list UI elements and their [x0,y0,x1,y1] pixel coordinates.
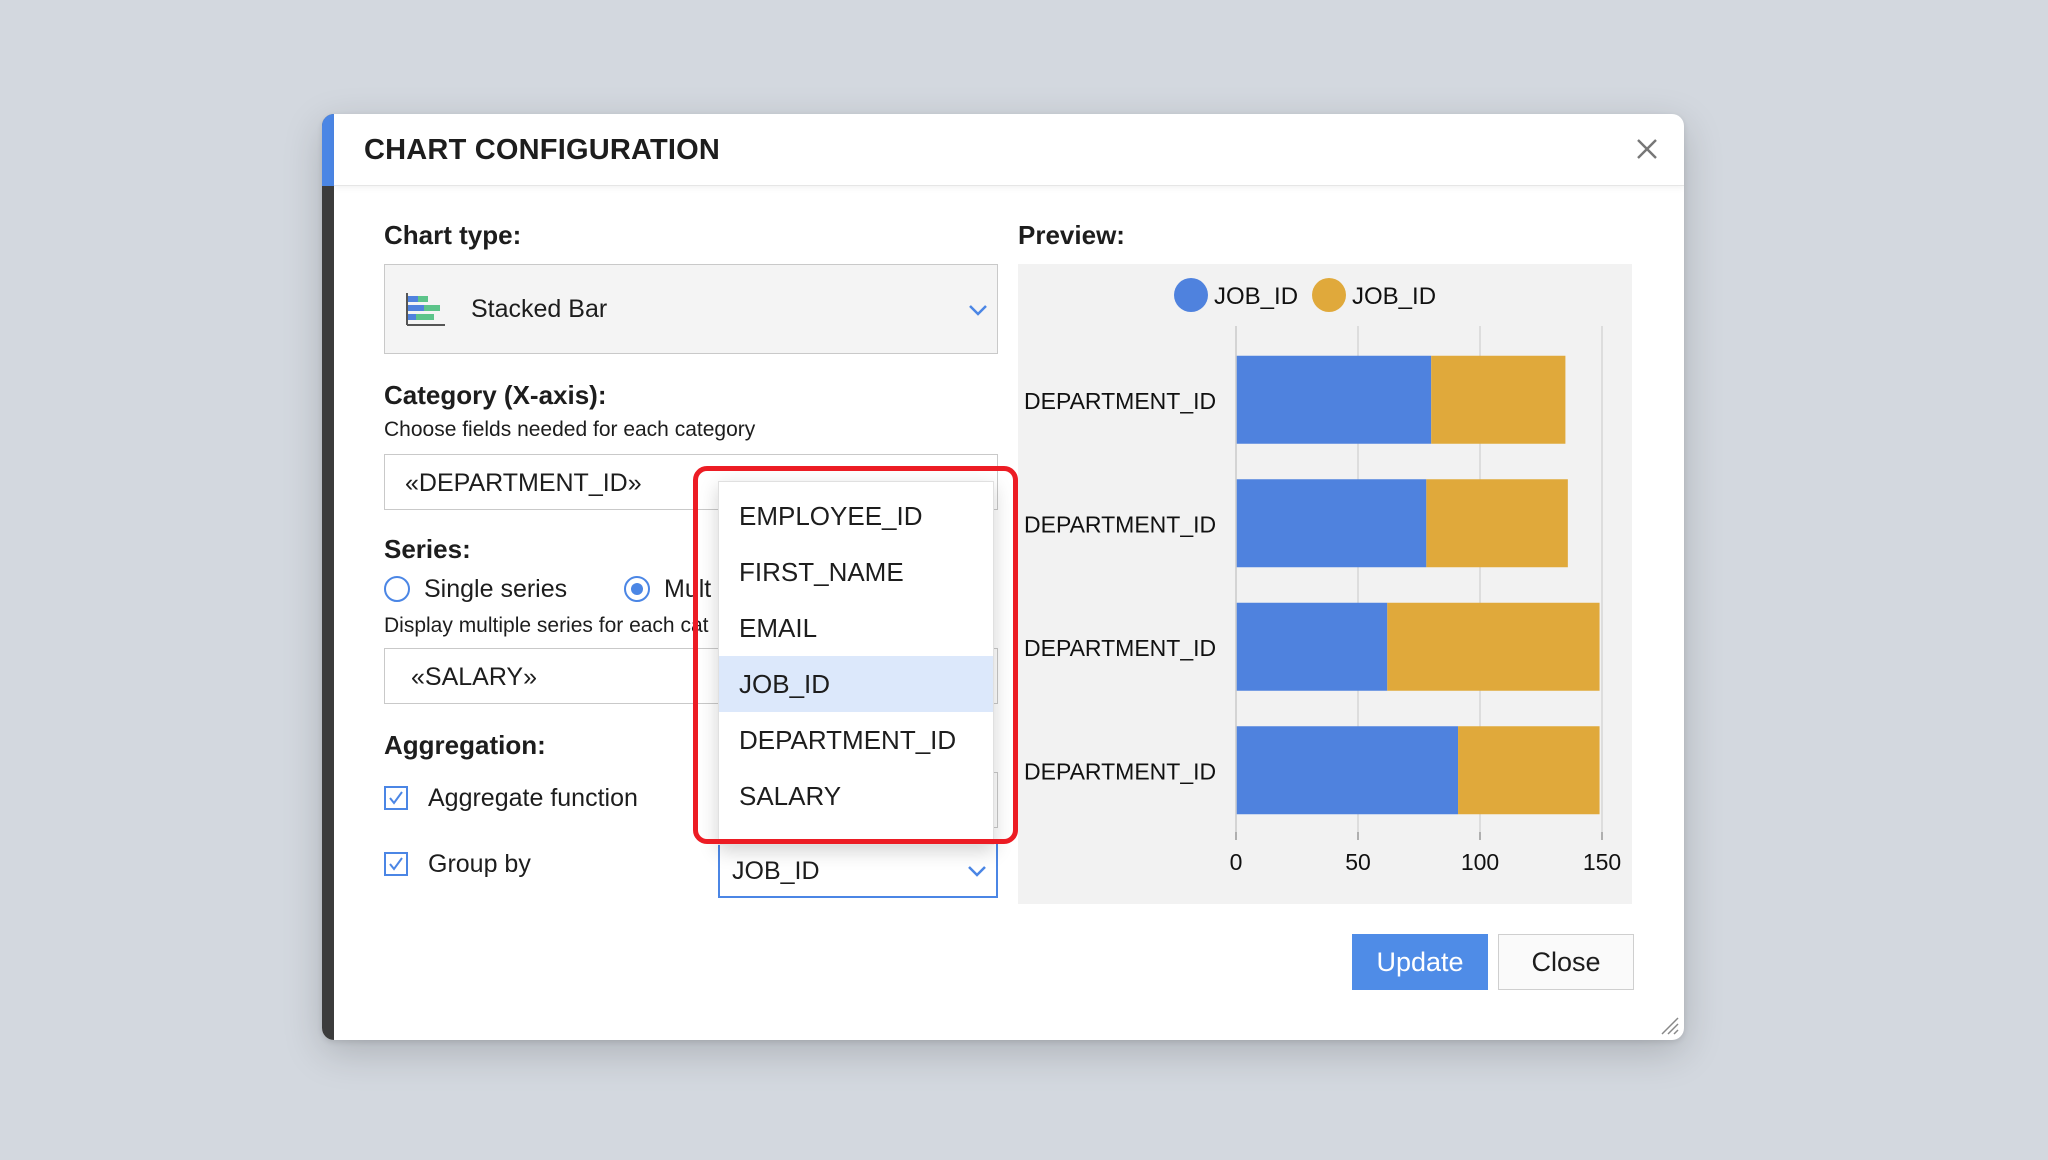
multi-series-label: Mult [664,575,712,603]
chart-type-value: Stacked Bar [471,295,608,323]
legend-label: JOB_ID [1352,283,1436,310]
group-by-checkbox[interactable] [384,852,408,876]
dropdown-option-email[interactable]: EMAIL [719,600,993,656]
x-tick-label: 50 [1345,849,1371,875]
bar-segment [1387,602,1600,691]
preview-label: Preview: [1018,220,1125,250]
resize-grip-icon[interactable] [1658,1014,1680,1036]
dropdown-option-department-id[interactable]: DEPARTMENT_ID [719,712,993,768]
bar-segment [1236,355,1432,444]
series-help: Display multiple series for each cat [384,614,709,637]
chart-preview: DEPARTMENT_ID DEPARTMENT_ID DEPARTMENT_ID D… [1018,264,1632,904]
chevron-down-icon [969,305,987,316]
single-series-label: Single series [424,575,568,603]
category-label: Category (X-axis): [384,380,607,410]
multi-series-radio[interactable] [624,576,650,602]
group-by-label: Group by [428,850,531,878]
bar-segment [1431,355,1566,444]
x-tick-label: 0 [1230,849,1243,875]
stacked-bar-chart-icon [406,293,445,326]
chart-configuration-dialog: CHART CONFIGURATION Chart type: Stacked … [322,114,1684,1040]
chart-type-label: Chart type: [384,220,522,250]
close-icon[interactable] [1632,134,1662,164]
dialog-header: CHART CONFIGURATION [334,114,1684,186]
dropdown-option-first-name[interactable]: FIRST_NAME [719,544,993,600]
category-tick-label: DEPARTMENT_ID [1024,758,1216,784]
x-tick-label: 100 [1461,849,1499,875]
dialog-left-bar [322,114,334,1040]
bar-segment [1458,726,1600,815]
chart-type-select[interactable]: Stacked Bar [384,264,998,354]
field-dropdown-list: EMPLOYEE_ID FIRST_NAME EMAIL JOB_ID DEPA… [718,481,994,845]
dropdown-option-job-id[interactable]: JOB_ID [719,656,993,712]
checkmark-icon [389,791,403,805]
group-by-value: JOB_ID [732,857,820,885]
aggregate-function-checkbox[interactable] [384,786,408,810]
aggregation-label: Aggregation: [384,730,546,760]
checkmark-icon [389,857,403,871]
category-tick-label: DEPARTMENT_ID [1024,388,1216,414]
stacked-bar-chart: DEPARTMENT_ID DEPARTMENT_ID DEPARTMENT_ID D… [1024,278,1621,875]
series-label: Series: [384,534,471,564]
dialog-title: CHART CONFIGURATION [364,134,721,166]
update-button[interactable]: Update [1352,934,1488,990]
group-by-select[interactable]: JOB_ID [718,842,998,898]
bar-segment [1236,602,1388,691]
bar-segment [1426,479,1568,568]
category-tick-label: DEPARTMENT_ID [1024,511,1216,537]
chevron-down-icon [968,866,986,877]
category-tick-label: DEPARTMENT_ID [1024,635,1216,661]
aggregate-function-label: Aggregate function [428,784,638,812]
bar-segment [1236,479,1427,568]
single-series-radio[interactable] [384,576,410,602]
dropdown-option-employee-id[interactable]: EMPLOYEE_ID [719,488,993,544]
legend-marker [1174,278,1208,312]
dropdown-option-salary[interactable]: SALARY [719,768,993,824]
close-button[interactable]: Close [1498,934,1634,990]
legend-marker [1312,278,1346,312]
legend-label: JOB_ID [1214,283,1298,310]
bar-segment [1236,726,1459,815]
series-value: «SALARY» [411,663,538,691]
category-help: Choose fields needed for each category [384,418,756,441]
category-value: «DEPARTMENT_ID» [405,469,642,497]
x-tick-label: 150 [1583,849,1621,875]
